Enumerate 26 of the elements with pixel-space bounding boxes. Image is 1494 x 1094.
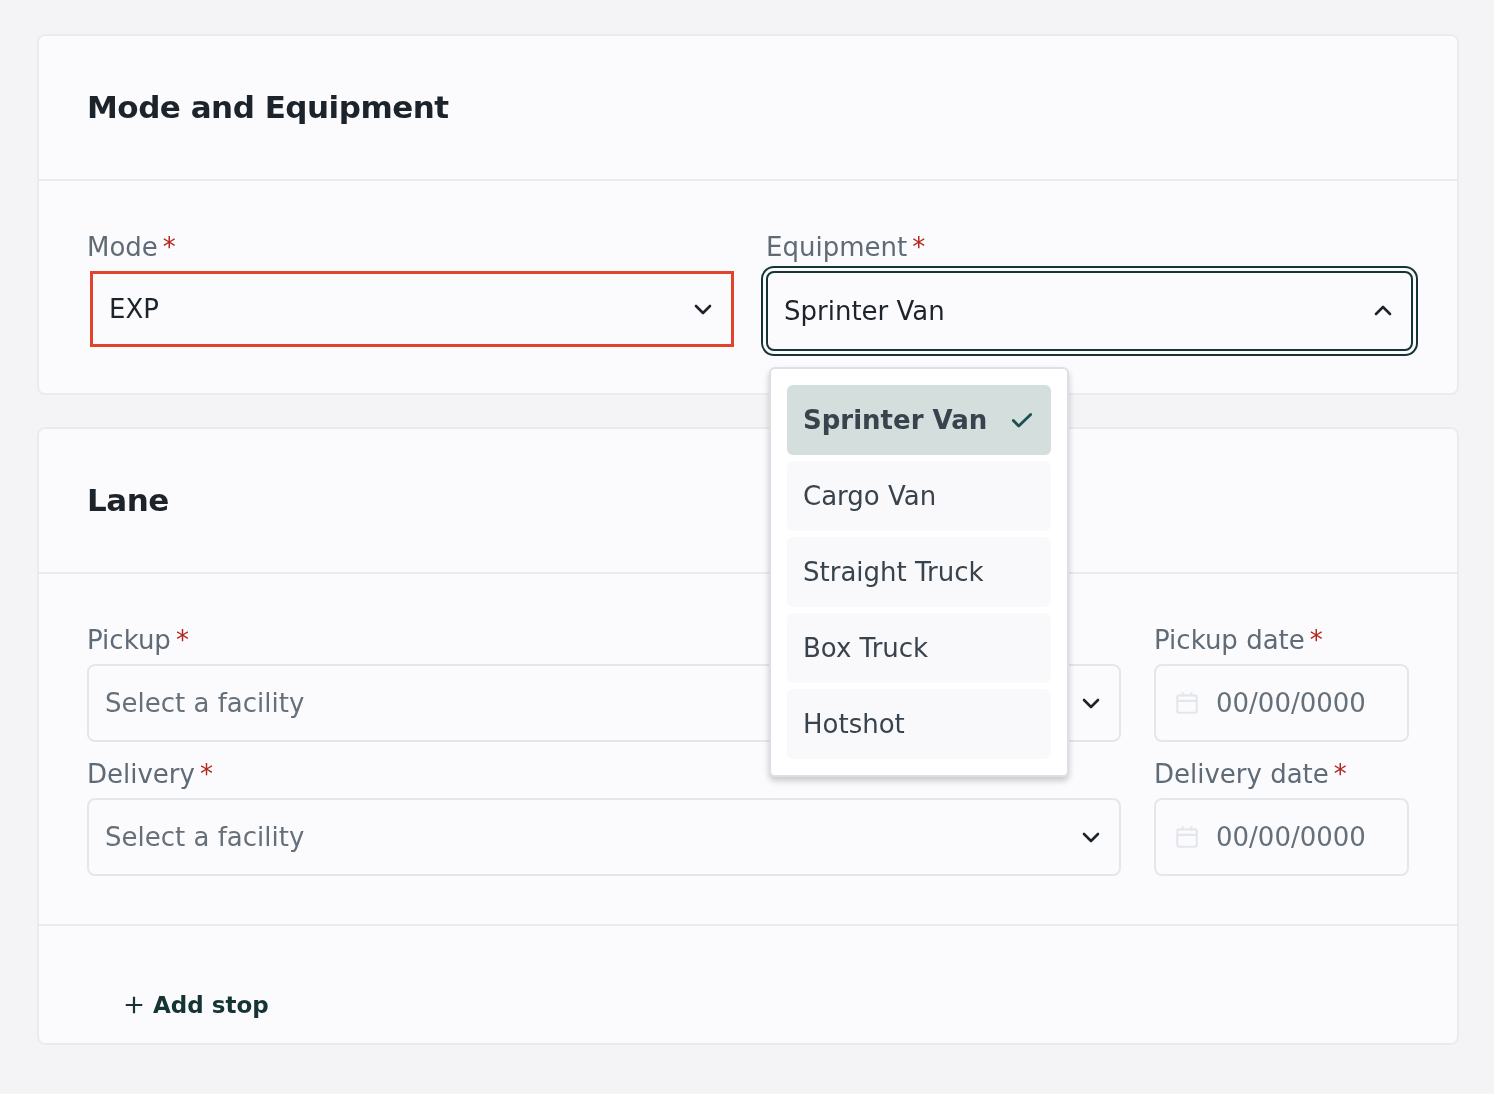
add-stop-button[interactable]: Add stop — [123, 988, 269, 1023]
dropdown-option[interactable]: Box Truck — [787, 613, 1051, 683]
dropdown-option[interactable]: Straight Truck — [787, 537, 1051, 607]
field-label: Mode — [87, 231, 158, 263]
field-label: Equipment — [766, 231, 908, 263]
field-label: Pickup — [87, 624, 171, 656]
required-mark: * — [162, 231, 176, 263]
field-label: Delivery — [87, 758, 195, 790]
dropdown-option[interactable]: Cargo Van — [787, 461, 1051, 531]
field-label: Delivery date — [1154, 758, 1329, 790]
select-field[interactable]: Select a facility — [87, 798, 1121, 876]
calendar-icon — [1174, 690, 1200, 716]
required-mark: * — [175, 624, 189, 656]
field-label: Pickup date — [1154, 624, 1305, 656]
date-field[interactable]: 00/00/0000 — [1154, 798, 1409, 876]
required-mark: * — [1333, 758, 1347, 790]
dropdown-option[interactable]: Sprinter Van — [787, 385, 1051, 455]
required-mark: * — [912, 231, 926, 263]
date-field[interactable]: 00/00/0000 — [1154, 664, 1409, 742]
select-field[interactable]: EXP — [90, 271, 734, 347]
dropdown-option[interactable]: Hotshot — [787, 689, 1051, 759]
section-title: Mode and Equipment — [87, 88, 449, 127]
calendar-icon — [1174, 824, 1200, 850]
required-mark: * — [1309, 624, 1323, 656]
required-mark: * — [199, 758, 213, 790]
section-title: Lane — [87, 481, 169, 520]
